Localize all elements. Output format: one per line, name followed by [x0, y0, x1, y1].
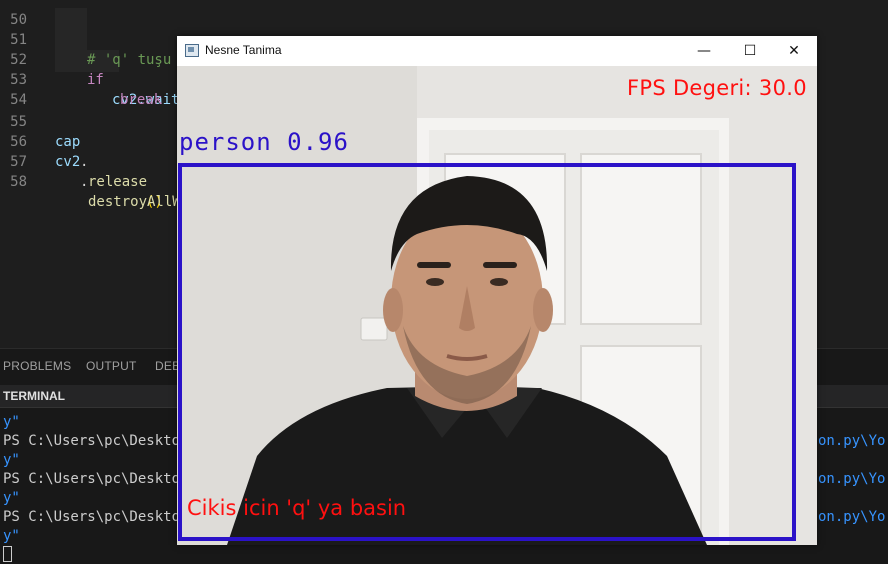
camera-frame: FPS Degeri: 30.0 person 0.96 Cikis icin …: [177, 66, 817, 545]
code-dot: .: [80, 174, 89, 190]
code-object: cap: [55, 134, 81, 150]
code-line[interactable]: 56 cv2 . destroyAllW: [0, 112, 181, 210]
code-line[interactable]: 50: [0, 0, 34, 28]
detection-label: person 0.96: [179, 128, 349, 156]
maximize-button[interactable]: ☐: [727, 36, 773, 66]
terminal-line: PS C:\Users\pc\Desktop: [3, 471, 189, 487]
code-dot: .: [80, 154, 89, 170]
opencv-window[interactable]: Nesne Tanima — ☐ ✕ FPS Degeri: 30.0 pers…: [177, 36, 817, 545]
code-line[interactable]: 58: [0, 152, 34, 190]
exit-hint-label: Cikis icin 'q' ya basin: [187, 496, 407, 520]
detection-bounding-box: [178, 163, 796, 541]
tab-problems[interactable]: PROBLEMS: [3, 359, 71, 373]
fps-label: FPS Degeri: 30.0: [627, 76, 807, 100]
code-function: release: [88, 174, 148, 190]
code-line[interactable]: 52 if cv2.wait: [0, 30, 179, 108]
code-line[interactable]: 54: [0, 70, 34, 108]
code-line[interactable]: 51 # 'q' tuşu ile çıkış (1ms bekleme sür…: [0, 10, 584, 68]
minimize-button[interactable]: —: [681, 36, 727, 66]
line-number: 58: [10, 174, 27, 190]
terminal-cursor[interactable]: [3, 546, 12, 562]
code-keyword: if: [87, 72, 104, 88]
terminal-line: PS C:\Users\pc\Desktop: [3, 433, 189, 449]
code-object: cv2: [55, 154, 81, 170]
code-line[interactable]: 53 break: [0, 50, 162, 108]
close-button[interactable]: ✕: [771, 36, 817, 66]
indent-guide-highlight: [55, 8, 87, 72]
terminal-line: y": [3, 490, 20, 506]
terminal-line: y": [3, 528, 20, 544]
tab-output[interactable]: OUTPUT: [86, 359, 137, 373]
code-function: destroyAllW: [88, 194, 181, 210]
terminal-line-tail: on.py\Yo: [818, 509, 886, 525]
terminal-line-tail: on.py\Yo: [818, 433, 886, 449]
code-keyword: break: [120, 92, 163, 108]
code-line[interactable]: 55 cap . release (): [0, 92, 163, 210]
window-app-icon: [185, 44, 199, 57]
code-line[interactable]: 57: [0, 132, 34, 170]
window-titlebar[interactable]: Nesne Tanima — ☐ ✕: [177, 36, 817, 66]
terminal-line: y": [3, 452, 20, 468]
terminal-line-tail: on.py\Yo: [818, 471, 886, 487]
window-title: Nesne Tanima: [205, 43, 282, 57]
tab-terminal[interactable]: TERMINAL: [3, 389, 65, 403]
terminal-line: y": [3, 414, 20, 430]
terminal-line: PS C:\Users\pc\Desktop: [3, 509, 189, 525]
